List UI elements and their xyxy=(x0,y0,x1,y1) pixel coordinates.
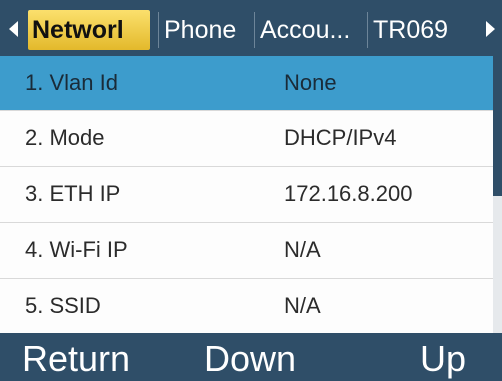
tab-bar: Networl Phone Accou... TR069 xyxy=(0,0,502,57)
item-label: 1. Vlan Id xyxy=(25,70,118,95)
list-item-vlan-id[interactable]: 1. Vlan Id None xyxy=(0,56,502,110)
down-softkey[interactable]: Down xyxy=(204,337,296,381)
item-value: None xyxy=(284,70,337,95)
list-item-mode[interactable]: 2. Mode DHCP/IPv4 xyxy=(0,111,502,165)
tab-accounts[interactable]: Accou... xyxy=(256,10,366,50)
tab-separator xyxy=(158,12,159,48)
item-label: 4. Wi-Fi IP xyxy=(25,237,128,262)
list-item-wifi-ip[interactable]: 4. Wi-Fi IP N/A xyxy=(0,223,502,277)
tab-separator xyxy=(367,12,368,48)
settings-list: 1. Vlan Id None 2. Mode DHCP/IPv4 3. ETH… xyxy=(0,56,502,336)
return-softkey[interactable]: Return xyxy=(22,337,130,381)
list-item-ssid[interactable]: 5. SSID N/A xyxy=(0,279,502,333)
tab-phone[interactable]: Phone xyxy=(160,10,252,50)
item-value: 172.16.8.200 xyxy=(284,181,413,206)
softkey-bar: Return Down Up xyxy=(0,333,502,381)
list-item-eth-ip[interactable]: 3. ETH IP 172.16.8.200 xyxy=(0,167,502,221)
scrollbar[interactable] xyxy=(493,56,502,336)
tab-tr069[interactable]: TR069 xyxy=(369,10,473,50)
item-value: N/A xyxy=(284,237,321,262)
tab-separator xyxy=(254,12,255,48)
tab-network[interactable]: Networl xyxy=(28,10,150,50)
triangle-left-icon[interactable] xyxy=(9,21,18,37)
item-label: 3. ETH IP xyxy=(25,181,121,206)
item-value: DHCP/IPv4 xyxy=(284,125,397,150)
item-value: N/A xyxy=(284,293,321,318)
up-softkey[interactable]: Up xyxy=(420,337,466,381)
phone-screen: Networl Phone Accou... TR069 1. Vlan Id … xyxy=(0,0,502,381)
triangle-right-icon[interactable] xyxy=(486,21,495,37)
item-label: 5. SSID xyxy=(25,293,101,318)
scrollbar-thumb[interactable] xyxy=(493,56,502,196)
item-label: 2. Mode xyxy=(25,125,105,150)
